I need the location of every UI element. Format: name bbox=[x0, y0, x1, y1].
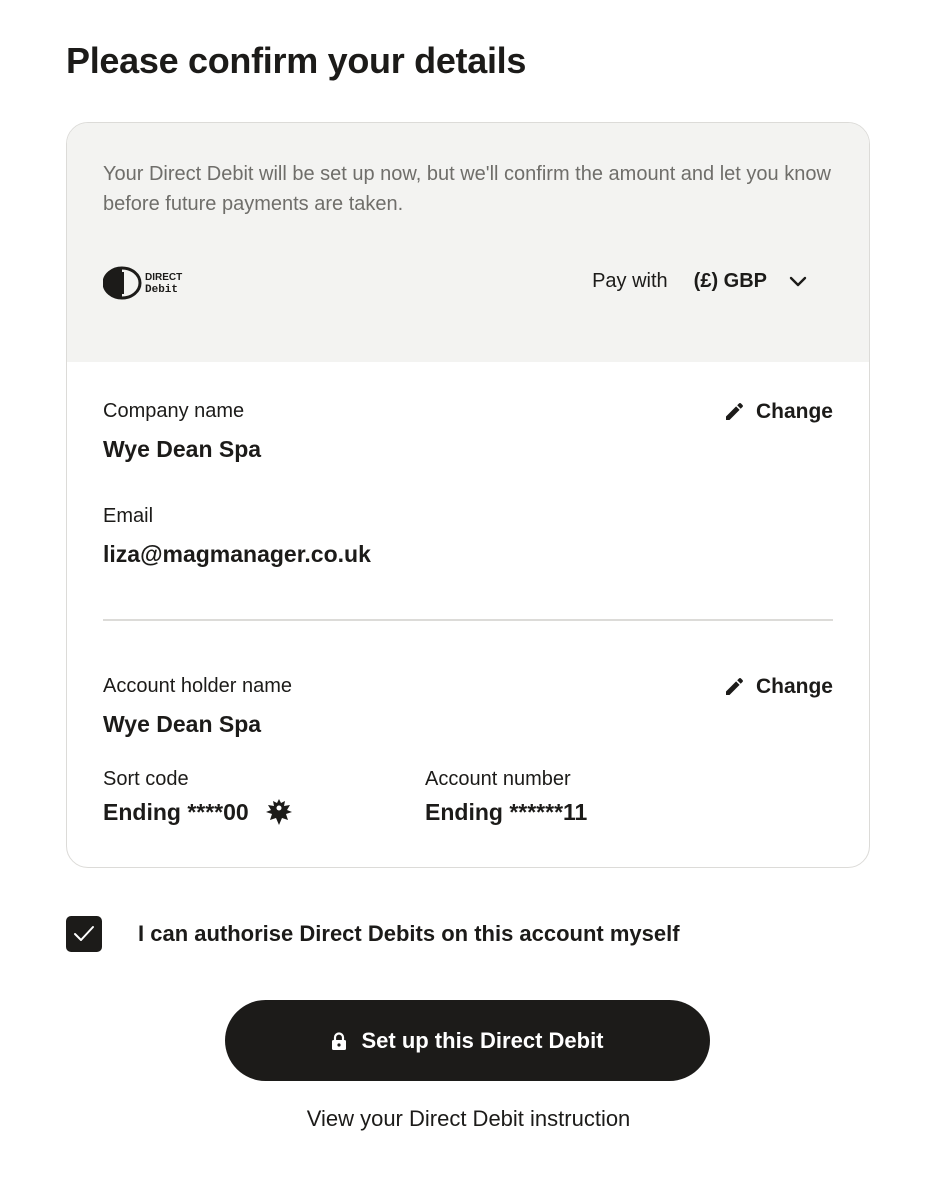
page-title: Please confirm your details bbox=[66, 40, 527, 81]
account-number-label: Account number bbox=[425, 768, 571, 790]
authorise-checkbox[interactable] bbox=[66, 916, 102, 952]
currency-value[interactable]: (£) GBP bbox=[694, 270, 767, 293]
authorise-label[interactable]: I can authorise Direct Debits on this ac… bbox=[138, 921, 680, 947]
lock-icon bbox=[332, 1031, 347, 1050]
direct-debit-logo-top: DIRECT bbox=[145, 272, 182, 283]
sort-code-row: Ending ****00 bbox=[103, 797, 293, 827]
change-account-label: Change bbox=[755, 675, 833, 698]
account-holder-label: Account holder name bbox=[103, 675, 293, 697]
sort-code-value: Ending ****00 bbox=[103, 798, 249, 825]
direct-debit-info-text: Your Direct Debit will be set up now, bu… bbox=[103, 163, 831, 215]
company-name-label: Company name bbox=[103, 400, 245, 422]
email-label: Email bbox=[103, 505, 154, 527]
summary-panel: Your Direct Debit will be set up now, bu… bbox=[67, 123, 869, 362]
pay-with-label: Pay with bbox=[592, 270, 668, 292]
set-up-direct-debit-button[interactable]: Set up this Direct Debit bbox=[225, 1000, 710, 1081]
account-number-value: Ending ******11 bbox=[425, 799, 588, 825]
authorise-row: I can authorise Direct Debits on this ac… bbox=[66, 916, 680, 952]
change-company-button[interactable]: Change bbox=[724, 400, 833, 424]
change-account-button[interactable]: Change bbox=[724, 675, 833, 699]
details-card: Your Direct Debit will be set up now, bu… bbox=[66, 122, 870, 868]
bank-eagle-icon bbox=[265, 799, 292, 825]
change-company-label: Change bbox=[755, 400, 833, 423]
checkmark-icon bbox=[74, 926, 94, 941]
company-name-value: Wye Dean Spa bbox=[103, 436, 262, 462]
section-divider bbox=[103, 619, 833, 621]
direct-debit-logo-bottom: Debit bbox=[145, 284, 178, 296]
sort-code-label: Sort code bbox=[103, 768, 189, 790]
account-holder-value: Wye Dean Spa bbox=[103, 711, 262, 737]
email-value: liza@magmanager.co.uk bbox=[103, 541, 371, 567]
direct-debit-logo: DIRECT Debit bbox=[103, 266, 182, 300]
pencil-icon bbox=[725, 678, 743, 695]
chevron-down-icon[interactable] bbox=[789, 276, 807, 288]
view-instruction-link[interactable]: View your Direct Debit instruction bbox=[0, 1106, 937, 1132]
currency-selector[interactable]: Pay with (£) GBP bbox=[592, 270, 807, 293]
pencil-icon bbox=[725, 403, 743, 420]
set-up-direct-debit-label: Set up this Direct Debit bbox=[361, 1027, 604, 1053]
